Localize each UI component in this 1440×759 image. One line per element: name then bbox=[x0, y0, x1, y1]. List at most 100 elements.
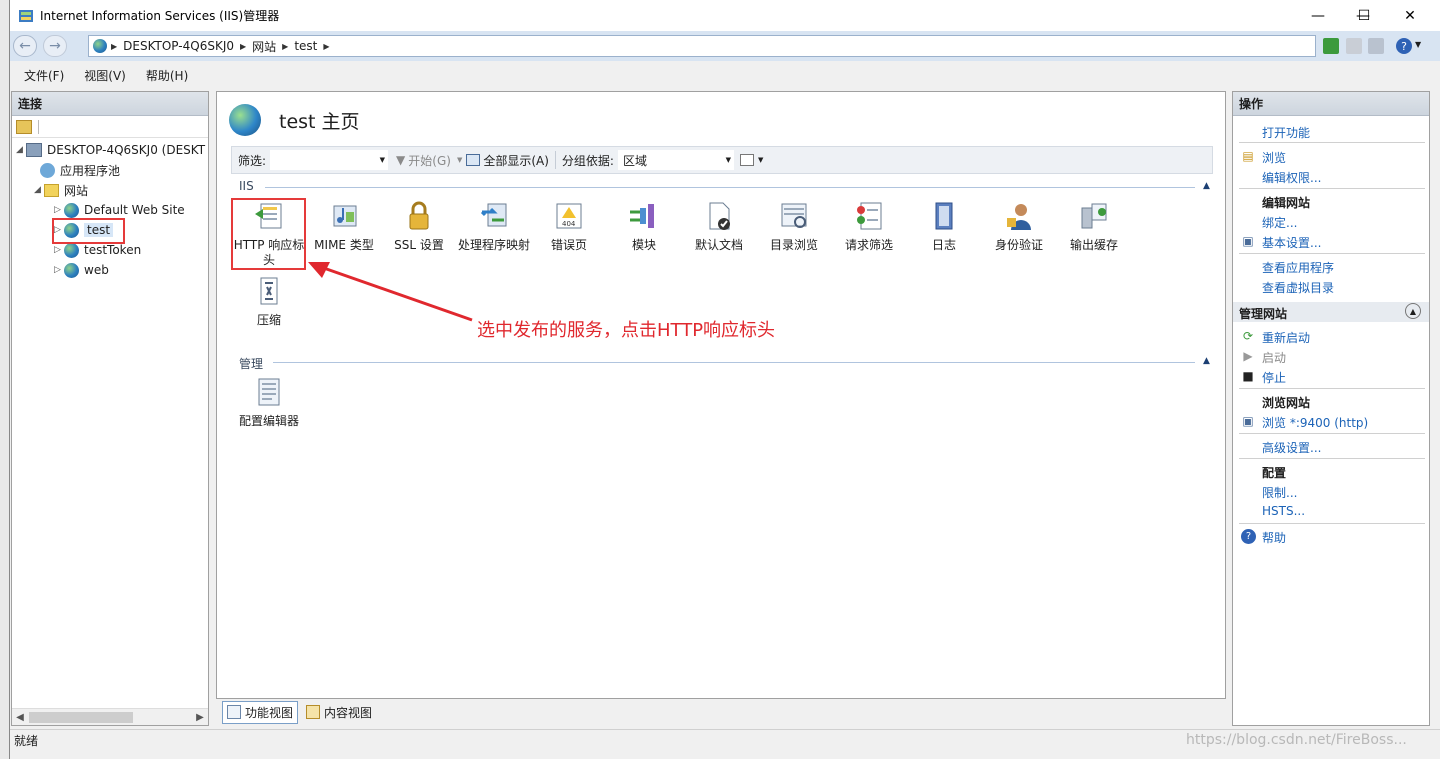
watermark: https://blog.csdn.net/FireBoss... bbox=[1186, 732, 1407, 748]
section-header-iis: IIS bbox=[239, 179, 254, 193]
action-help[interactable]: 帮助 bbox=[1262, 529, 1286, 546]
section-header-management: 管理 bbox=[239, 357, 264, 371]
stop-loading-icon[interactable] bbox=[1346, 38, 1362, 54]
compression-icon bbox=[260, 277, 278, 305]
scroll-thumb[interactable] bbox=[29, 712, 133, 723]
tree-node-site[interactable]: ▷ Default Web Site bbox=[54, 200, 185, 220]
expand-icon[interactable]: ▷ bbox=[54, 245, 64, 255]
feature-compression[interactable]: 压缩 bbox=[233, 275, 305, 328]
dropdown-icon[interactable]: ▼ bbox=[726, 156, 731, 164]
feature-label: 目录浏览 bbox=[769, 238, 818, 252]
dropdown-icon[interactable]: ▼ bbox=[380, 156, 385, 164]
window-title: Internet Information Services (IIS)管理器 bbox=[40, 9, 280, 23]
action-basic-settings[interactable]: 基本设置... bbox=[1262, 234, 1321, 251]
connections-pane: 连接 ◢ DESKTOP-4Q6SKJ0 (DESKT 应用程序池 ◢ 网站 ▷ bbox=[11, 91, 209, 726]
action-advanced-settings[interactable]: 高级设置... bbox=[1262, 439, 1321, 456]
action-restart[interactable]: 重新启动 bbox=[1262, 329, 1310, 346]
new-connection-icon[interactable] bbox=[16, 119, 32, 134]
start-filter-button[interactable]: 开始(G) bbox=[408, 152, 451, 169]
directory-browsing-icon bbox=[781, 203, 807, 228]
feature-output-caching[interactable]: 输出缓存 bbox=[1058, 200, 1130, 253]
restart-icon: ⟳ bbox=[1242, 329, 1254, 343]
group-by-value: 区域 bbox=[622, 153, 647, 168]
menu-view[interactable]: 视图(V) bbox=[84, 67, 126, 84]
menu-file[interactable]: 文件(F) bbox=[24, 67, 64, 84]
action-view-applications[interactable]: 查看应用程序 bbox=[1262, 259, 1334, 276]
feature-authentication[interactable]: 身份验证 bbox=[983, 200, 1055, 253]
action-browse-http[interactable]: 浏览 *:9400 (http) bbox=[1262, 414, 1368, 431]
authentication-icon bbox=[1007, 204, 1031, 230]
feature-handler-mappings[interactable]: 处理程序映射 bbox=[458, 200, 530, 253]
feature-error-pages[interactable]: 404 错误页 bbox=[533, 200, 605, 253]
action-open-feature[interactable]: 打开功能 bbox=[1262, 124, 1310, 141]
lock-icon bbox=[409, 201, 429, 230]
group-browse-site: 浏览网站 bbox=[1262, 396, 1311, 410]
feature-directory-browsing[interactable]: 目录浏览 bbox=[758, 200, 830, 253]
action-limits[interactable]: 限制... bbox=[1262, 484, 1297, 501]
section-divider bbox=[265, 187, 1195, 188]
menu-help[interactable]: 帮助(H) bbox=[146, 67, 188, 84]
feature-configuration-editor[interactable]: 配置编辑器 bbox=[233, 376, 305, 429]
action-hsts[interactable]: HSTS... bbox=[1262, 504, 1305, 518]
feature-label: 错误页 bbox=[550, 238, 587, 252]
content-view-tab[interactable]: 内容视图 bbox=[302, 702, 376, 723]
feature-ssl-settings[interactable]: SSL 设置 bbox=[383, 200, 455, 253]
site-globe-icon bbox=[64, 202, 79, 218]
feature-logging[interactable]: 日志 bbox=[908, 200, 980, 253]
tree-node-sites[interactable]: ◢ 网站 bbox=[34, 180, 88, 200]
breadcrumb-test[interactable]: test bbox=[294, 39, 317, 53]
features-view-tab[interactable]: 功能视图 bbox=[222, 700, 299, 724]
expand-icon[interactable]: ▷ bbox=[54, 265, 64, 275]
group-by-select[interactable]: 区域 ▼ bbox=[617, 150, 734, 170]
tree-label-site: web bbox=[84, 263, 109, 277]
home-icon[interactable] bbox=[1368, 38, 1384, 54]
horizontal-scrollbar[interactable]: ◀ ▶ bbox=[12, 708, 208, 725]
output-caching-icon bbox=[1081, 203, 1107, 229]
main-pane: test 主页 筛选: ▼ ▼ 开始(G) ▼ 全部显示(A) 分组依据: 区域… bbox=[216, 91, 1226, 699]
collapse-section-icon[interactable]: ▲ bbox=[1203, 356, 1210, 366]
tree-node-server[interactable]: ◢ DESKTOP-4Q6SKJ0 (DESKT bbox=[16, 140, 205, 160]
tree-label-sites: 网站 bbox=[64, 183, 89, 198]
maximize-window-button[interactable]: ☐ bbox=[1341, 0, 1387, 31]
feature-label: 输出缓存 bbox=[1069, 238, 1118, 252]
filter-input[interactable]: ▼ bbox=[270, 150, 389, 170]
help-dropdown-icon[interactable]: ▼ bbox=[1415, 40, 1421, 49]
feature-modules[interactable]: 模块 bbox=[608, 200, 680, 253]
address-bar[interactable]: ▶ DESKTOP-4Q6SKJ0 ▶ 网站 ▶ test ▶ bbox=[88, 35, 1316, 57]
dropdown-icon[interactable]: ▼ bbox=[758, 156, 763, 164]
view-mode-icon[interactable] bbox=[739, 154, 754, 166]
action-browse[interactable]: 浏览 bbox=[1262, 149, 1286, 166]
scroll-left-icon[interactable]: ◀ bbox=[12, 709, 28, 726]
group-edit-site: 编辑网站 bbox=[1262, 196, 1311, 210]
collapse-icon[interactable]: ◢ bbox=[16, 145, 26, 155]
minimize-window-button[interactable]: — bbox=[1295, 0, 1341, 31]
feature-request-filtering[interactable]: 请求筛选 bbox=[833, 200, 905, 253]
back-button[interactable]: ← bbox=[13, 35, 37, 57]
feature-mime-types[interactable]: MIME 类型 bbox=[308, 200, 380, 253]
feature-label: 日志 bbox=[931, 238, 956, 252]
action-view-virtual-directories[interactable]: 查看虚拟目录 bbox=[1262, 279, 1334, 296]
action-bindings[interactable]: 绑定... bbox=[1262, 214, 1297, 231]
help-icon[interactable]: ? bbox=[1396, 38, 1412, 54]
close-window-button[interactable]: ✕ bbox=[1387, 0, 1433, 31]
scroll-right-icon[interactable]: ▶ bbox=[192, 709, 208, 726]
action-stop[interactable]: 停止 bbox=[1262, 369, 1286, 386]
breadcrumb-sites[interactable]: 网站 bbox=[252, 38, 276, 55]
dropdown-icon[interactable]: ▼ bbox=[457, 156, 462, 164]
sites-folder-icon bbox=[44, 183, 59, 197]
action-edit-permissions[interactable]: 编辑权限... bbox=[1262, 169, 1321, 186]
collapse-group-icon[interactable]: ▲ bbox=[1405, 303, 1421, 319]
tree-node-apppools[interactable]: 应用程序池 bbox=[40, 160, 120, 180]
forward-button[interactable]: → bbox=[43, 35, 67, 57]
breadcrumb-server[interactable]: DESKTOP-4Q6SKJ0 bbox=[123, 39, 234, 53]
title-bar: Internet Information Services (IIS)管理器 — bbox=[10, 0, 1440, 31]
error-page-icon: 404 bbox=[556, 203, 582, 229]
show-all-button[interactable]: 全部显示(A) bbox=[483, 152, 549, 169]
collapse-icon[interactable]: ◢ bbox=[34, 185, 44, 195]
tree-node-site[interactable]: ▷ web bbox=[54, 260, 109, 280]
status-text: 就绪 bbox=[14, 734, 39, 748]
expand-icon[interactable]: ▷ bbox=[54, 205, 64, 215]
refresh-icon[interactable] bbox=[1323, 38, 1339, 54]
collapse-section-icon[interactable]: ▲ bbox=[1203, 181, 1210, 191]
feature-default-document[interactable]: 默认文档 bbox=[683, 200, 755, 253]
